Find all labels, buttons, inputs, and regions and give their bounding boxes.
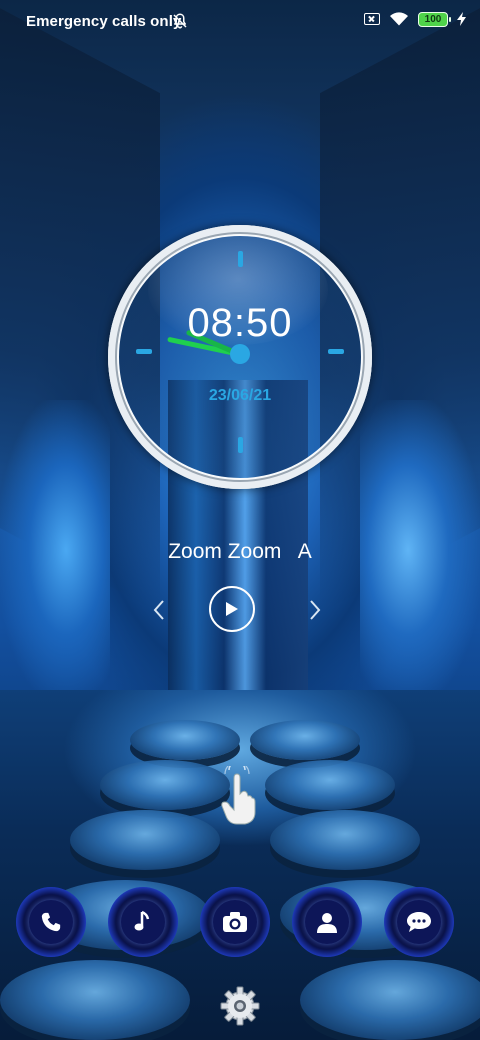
phone-icon <box>41 912 61 932</box>
dock-messages-app[interactable] <box>384 887 454 957</box>
clock-tick-9 <box>136 349 152 354</box>
previous-track-button[interactable] <box>148 598 170 622</box>
no-sim-icon <box>364 13 380 25</box>
clock-tick-3 <box>328 349 344 354</box>
clock-tick-6 <box>238 437 243 453</box>
camera-icon <box>223 912 247 932</box>
next-track-button[interactable] <box>304 598 326 622</box>
battery-icon: 100 <box>418 11 451 27</box>
clock-date: 23/06/21 <box>208 387 272 404</box>
charging-bolt-icon <box>457 12 466 26</box>
dock-camera-app[interactable] <box>200 887 270 957</box>
dock-contacts-app[interactable] <box>292 887 362 957</box>
wifi-icon <box>390 12 408 26</box>
settings-gear-icon[interactable] <box>219 985 261 1027</box>
clock-tick-12 <box>238 251 243 267</box>
wallpaper <box>0 0 480 1040</box>
play-button[interactable] <box>209 586 255 632</box>
play-icon <box>226 602 238 616</box>
status-icons: 100 <box>364 11 466 27</box>
music-track-title: Zoom Zoom A <box>168 540 312 563</box>
previous-icon <box>153 600 164 620</box>
clock-time: 08:50 <box>187 301 293 345</box>
next-icon <box>310 600 321 620</box>
carrier-status-text: Emergency calls only <box>26 13 182 30</box>
messages-icon <box>407 912 431 932</box>
status-bar: Emergency calls only 100 <box>0 0 480 44</box>
swipe-up-hand-icon <box>221 766 256 825</box>
battery-level: 100 <box>424 13 442 25</box>
clock-widget[interactable]: 08:50 23/06/21 <box>108 225 372 489</box>
clock-hub <box>230 344 250 364</box>
contacts-icon <box>317 913 337 933</box>
dock-phone-app[interactable] <box>16 887 86 957</box>
dock-music-app[interactable] <box>108 887 178 957</box>
notifications-off-icon <box>173 13 187 29</box>
music-note-icon <box>134 910 150 931</box>
